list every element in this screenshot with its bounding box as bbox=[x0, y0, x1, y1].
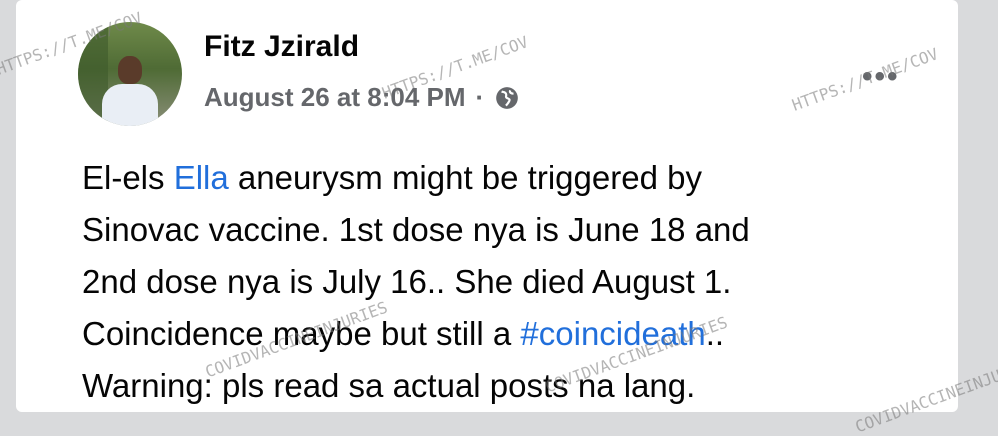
text-segment: El-els bbox=[82, 159, 174, 196]
meta-separator: · bbox=[475, 82, 485, 112]
mention-link[interactable]: Ella bbox=[174, 159, 229, 196]
text-segment: aneurysm might be triggered by bbox=[228, 159, 702, 196]
avatar-head bbox=[118, 56, 142, 84]
post-line: 2nd dose nya is July 16.. She died Augus… bbox=[82, 256, 942, 308]
post-meta: August 26 at 8:04 PM · bbox=[204, 82, 520, 113]
post-line: Sinovac vaccine. 1st dose nya is June 18… bbox=[82, 204, 942, 256]
text-segment: Sinovac vaccine. 1st dose nya is June 18… bbox=[82, 211, 750, 248]
post-line: El-els Ella aneurysm might be triggered … bbox=[82, 152, 942, 204]
avatar-body bbox=[102, 84, 158, 126]
post-line: Coincidence maybe but still a #coincidea… bbox=[82, 308, 942, 360]
globe-icon[interactable] bbox=[494, 85, 520, 111]
author-name[interactable]: Fitz Jzirald bbox=[204, 30, 359, 64]
text-segment: 2nd dose nya is July 16.. She died Augus… bbox=[82, 263, 732, 300]
